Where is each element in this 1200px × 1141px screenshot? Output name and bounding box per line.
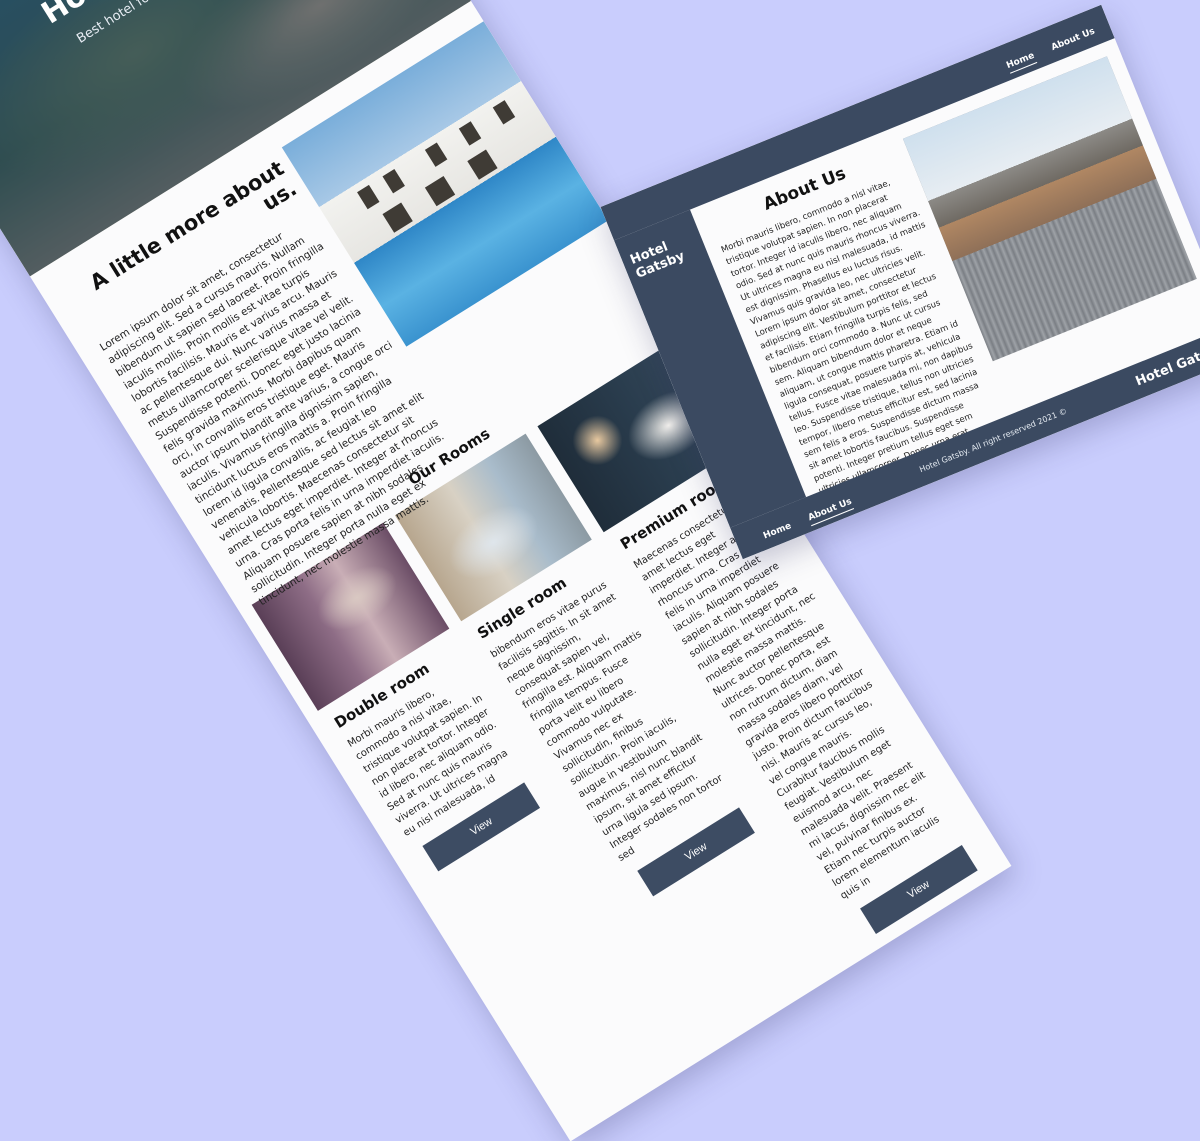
footer-about-link[interactable]: About Us	[806, 496, 855, 526]
footer-home-link[interactable]: Home	[762, 521, 793, 541]
nav-home-link[interactable]: Home	[1004, 50, 1037, 74]
nav-about-link[interactable]: About Us	[1050, 26, 1096, 53]
side-brand-title: Hotel Gatsby	[628, 239, 687, 282]
